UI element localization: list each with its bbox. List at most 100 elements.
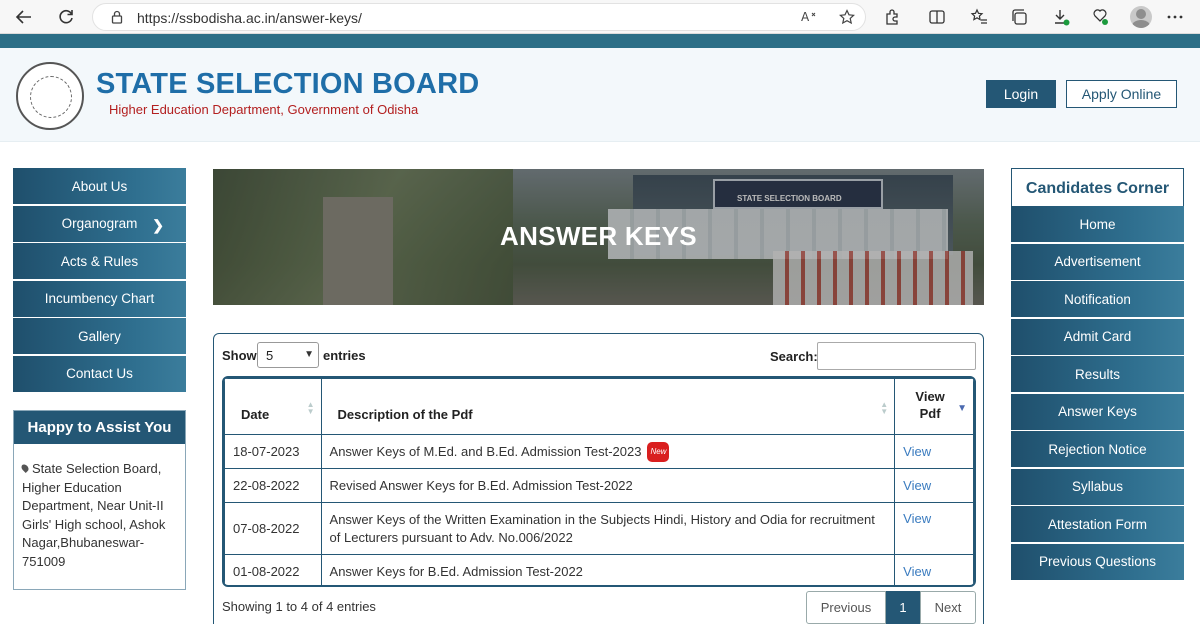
column-header-date[interactable]: Date ▲ ▼ [224, 378, 322, 435]
map-marker-icon [20, 463, 30, 473]
nav-item-label: Organogram [61, 216, 138, 231]
view-pdf-link[interactable]: View [903, 511, 931, 526]
search-label: Search: [770, 349, 818, 364]
row-view-cell: View [894, 434, 974, 469]
rnav-item-rejection-notice[interactable]: Rejection Notice [1011, 431, 1184, 467]
row-description: Answer Keys for B.Ed. Admission Test-202… [320, 554, 896, 585]
rnav-item-answer-keys[interactable]: Answer Keys [1011, 393, 1184, 430]
page-banner: STATE SELECTION BOARD ANSWER KEYS [213, 169, 984, 305]
page-title: ANSWER KEYS [500, 221, 697, 251]
table-info: Showing 1 to 4 of 4 entries [222, 599, 376, 614]
collections-icon[interactable] [1007, 5, 1031, 29]
entries-select[interactable]: 5 ▼ [257, 342, 319, 368]
row-date: 07-08-2022 [224, 502, 322, 555]
rnav-item-attestation-form[interactable]: Attestation Form [1011, 506, 1184, 542]
next-page-button[interactable]: Next [920, 591, 976, 624]
nav-item-contact-us[interactable]: Contact Us [13, 355, 186, 392]
column-header-description[interactable]: Description of the Pdf ▲ ▼ [320, 378, 896, 435]
browser-toolbar: https://ssbodisha.ac.in/answer-keys/ A [0, 0, 1200, 34]
assist-address-block: State Selection Board, Higher Education … [14, 444, 185, 571]
svg-text:A: A [801, 10, 810, 24]
browser-essentials-icon[interactable] [1088, 5, 1112, 29]
row-description: Answer Keys of M.Ed. and B.Ed. Admission… [320, 434, 896, 469]
split-screen-icon[interactable] [925, 5, 949, 29]
favorites-icon[interactable] [967, 5, 991, 29]
entries-label: entries [323, 348, 366, 363]
table-header-row: Date ▲ ▼ Description of the Pdf ▲ ▼ View P… [224, 378, 974, 435]
nav-item-acts-rules[interactable]: Acts & Rules [13, 243, 186, 279]
rnav-item-home[interactable]: Home [1011, 206, 1184, 242]
entries-select-value: 5 [266, 347, 274, 363]
row-date: 01-08-2022 [224, 554, 322, 585]
rnav-item-notification[interactable]: Notification [1011, 281, 1184, 317]
rnav-item-advertisement[interactable]: Advertisement [1011, 243, 1184, 280]
more-options-icon[interactable] [1163, 5, 1187, 29]
row-description: Answer Keys of the Written Examination i… [320, 502, 896, 555]
row-view-cell: View [894, 502, 974, 555]
back-arrow-icon[interactable] [12, 5, 36, 29]
sort-arrows-icon: ▲ ▼ [306, 400, 315, 416]
table-row: 22-08-2022 Revised Answer Keys for B.Ed.… [224, 468, 974, 503]
url-text: https://ssbodisha.ac.in/answer-keys/ [137, 10, 362, 26]
previous-page-button[interactable]: Previous [806, 591, 886, 624]
row-description: Revised Answer Keys for B.Ed. Admission … [320, 468, 896, 503]
column-header-label: Description of the Pdf [337, 407, 473, 422]
assist-title: Happy to Assist You [14, 411, 185, 444]
profile-avatar[interactable] [1130, 6, 1152, 28]
nav-item-gallery[interactable]: Gallery [13, 318, 186, 354]
apply-online-button[interactable]: Apply Online [1066, 80, 1177, 108]
downloads-icon[interactable] [1049, 5, 1073, 29]
assist-box: Happy to Assist You State Selection Boar… [13, 410, 186, 590]
column-header-view-pdf[interactable]: View Pdf ▼ [894, 378, 974, 435]
table-row: 07-08-2022 Answer Keys of the Written Ex… [224, 502, 974, 555]
favorite-star-icon[interactable] [835, 5, 859, 29]
rnav-item-syllabus[interactable]: Syllabus [1011, 468, 1184, 505]
view-pdf-link[interactable]: View [903, 444, 931, 459]
answer-keys-table: Date ▲ ▼ Description of the Pdf ▲ ▼ View P… [222, 376, 976, 587]
site-subtitle: Higher Education Department, Government … [109, 102, 419, 117]
search-input[interactable] [817, 342, 976, 370]
refresh-icon[interactable] [54, 5, 78, 29]
read-aloud-icon[interactable]: A [797, 5, 821, 29]
left-nav: About Us Organogram ❯ Acts & Rules Incumb… [13, 168, 186, 393]
show-label: Show [222, 348, 257, 363]
view-pdf-link[interactable]: View [903, 564, 931, 579]
table-row: 01-08-2022 Answer Keys for B.Ed. Admissi… [224, 554, 974, 585]
right-nav: Home Advertisement Notification Admit Ca… [1011, 206, 1184, 581]
odisha-emblem-logo [16, 62, 84, 130]
nav-item-incumbency-chart[interactable]: Incumbency Chart [13, 280, 186, 317]
view-pdf-link[interactable]: View [903, 478, 931, 493]
nav-item-label: Gallery [78, 328, 121, 344]
rnav-item-previous-questions[interactable]: Previous Questions [1011, 543, 1184, 580]
nav-item-label: Acts & Rules [60, 253, 139, 269]
nav-item-organogram[interactable]: Organogram ❯ [13, 205, 186, 242]
site-title: STATE SELECTION BOARD [96, 68, 480, 100]
chevron-right-icon: ❯ [152, 216, 164, 233]
rnav-item-results[interactable]: Results [1011, 356, 1184, 392]
row-description-text: Answer Keys of M.Ed. and B.Ed. Admission… [329, 443, 642, 459]
sort-desc-icon: ▼ [957, 403, 967, 414]
login-button[interactable]: Login [986, 80, 1056, 108]
lock-icon[interactable] [105, 5, 129, 29]
nav-item-label: About Us [71, 178, 128, 194]
new-badge: New [647, 441, 670, 462]
row-view-cell: View [894, 554, 974, 585]
rnav-item-admit-card[interactable]: Admit Card [1011, 318, 1184, 355]
pagination: Previous 1 Next [806, 591, 976, 624]
sort-arrows-icon: ▲ ▼ [880, 400, 889, 416]
extensions-icon[interactable] [880, 5, 904, 29]
candidates-corner-title: Candidates Corner [1011, 168, 1184, 209]
chevron-down-icon: ▼ [304, 349, 314, 360]
row-date: 18-07-2023 [224, 434, 322, 469]
row-view-cell: View [894, 468, 974, 503]
nav-item-label: Contact Us [66, 366, 133, 381]
page-1-button[interactable]: 1 [886, 591, 920, 624]
nav-item-about-us[interactable]: About Us [13, 168, 186, 204]
assist-address: State Selection Board, Higher Education … [22, 461, 166, 569]
answer-keys-panel: Show 5 ▼ entries Search: Date ▲ ▼ Descrip… [213, 333, 984, 624]
top-color-strip [0, 34, 1200, 48]
table-row: 18-07-2023 Answer Keys of M.Ed. and B.Ed… [224, 434, 974, 469]
nav-item-label: Incumbency Chart [44, 291, 155, 306]
row-date: 22-08-2022 [224, 468, 322, 503]
address-bar[interactable]: https://ssbodisha.ac.in/answer-keys/ A [92, 3, 866, 31]
